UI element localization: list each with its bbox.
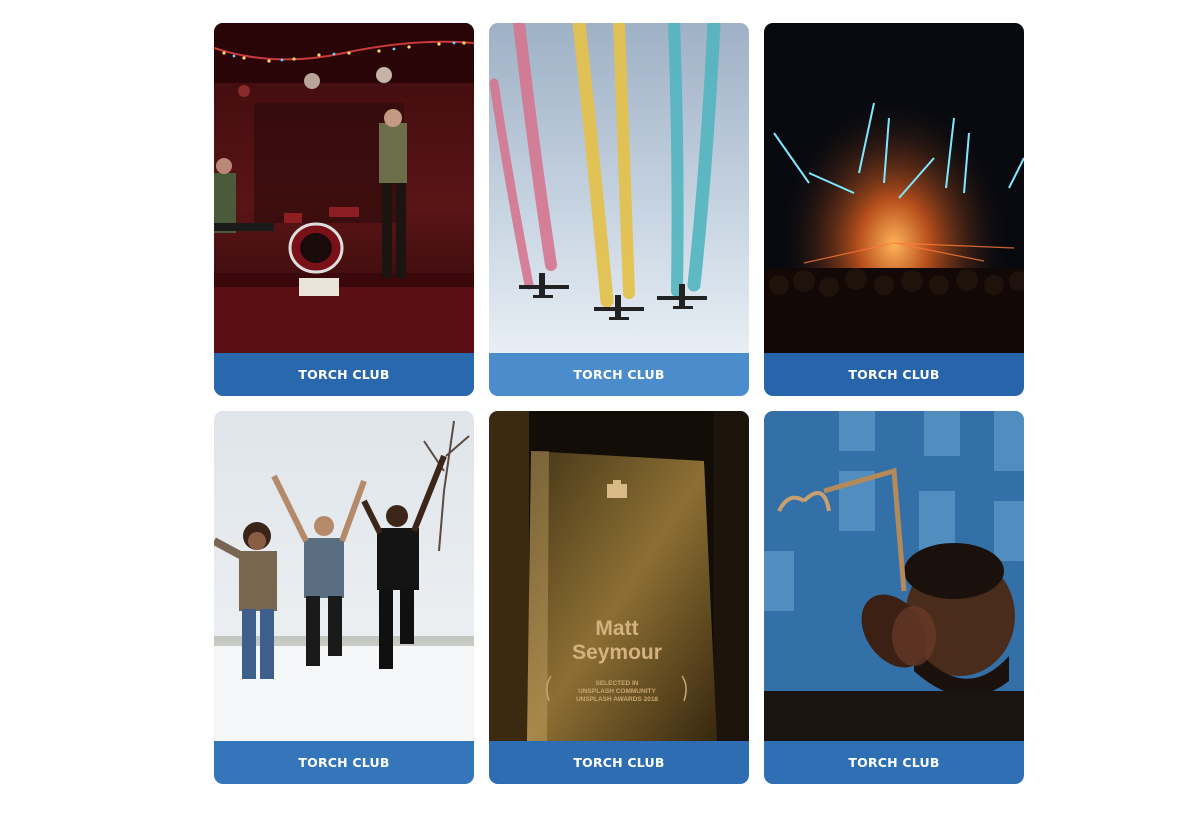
airshow-colored-smoke-photo — [489, 23, 749, 353]
card-caption: TORCH CLUB — [489, 353, 749, 396]
friends-jumping-snow-photo — [214, 411, 474, 741]
card-caption: TORCH CLUB — [214, 353, 474, 396]
card-caption: TORCH CLUB — [764, 353, 1024, 396]
card-caption: TORCH CLUB — [764, 741, 1024, 784]
trophy-name-line1: Matt — [595, 617, 638, 640]
concert-lasers-crowd-photo — [764, 23, 1024, 353]
trophy-line3: UNSPLASH AWARDS 2018 — [576, 696, 658, 703]
gallery-card[interactable]: TORCH CLUB — [489, 23, 749, 396]
gallery-card[interactable]: TORCH CLUB — [764, 23, 1024, 396]
gallery-card[interactable]: TORCH CLUB — [214, 23, 474, 396]
trophy-line1: SELECTED IN — [596, 680, 639, 687]
gallery-card[interactable]: TORCH CLUB — [764, 411, 1024, 784]
card-caption: TORCH CLUB — [214, 741, 474, 784]
trophy-name-line2: Seymour — [572, 641, 662, 664]
gallery-card[interactable]: Matt Seymour SELECTED IN UNSPLASH COMMUN… — [489, 411, 749, 784]
card-caption: TORCH CLUB — [489, 741, 749, 784]
award-trophy-photo: Matt Seymour SELECTED IN UNSPLASH COMMUN… — [489, 411, 749, 741]
gallery-card[interactable]: TORCH CLUB — [214, 411, 474, 784]
trophy-line2: UNSPLASH COMMUNITY — [578, 688, 656, 695]
gallery-grid: TORCH CLUB TORCH CLUB TORCH CLUB TORCH C… — [214, 23, 1024, 784]
man-with-emmy-award-photo — [764, 411, 1024, 741]
band-on-stage-photo — [214, 23, 474, 353]
